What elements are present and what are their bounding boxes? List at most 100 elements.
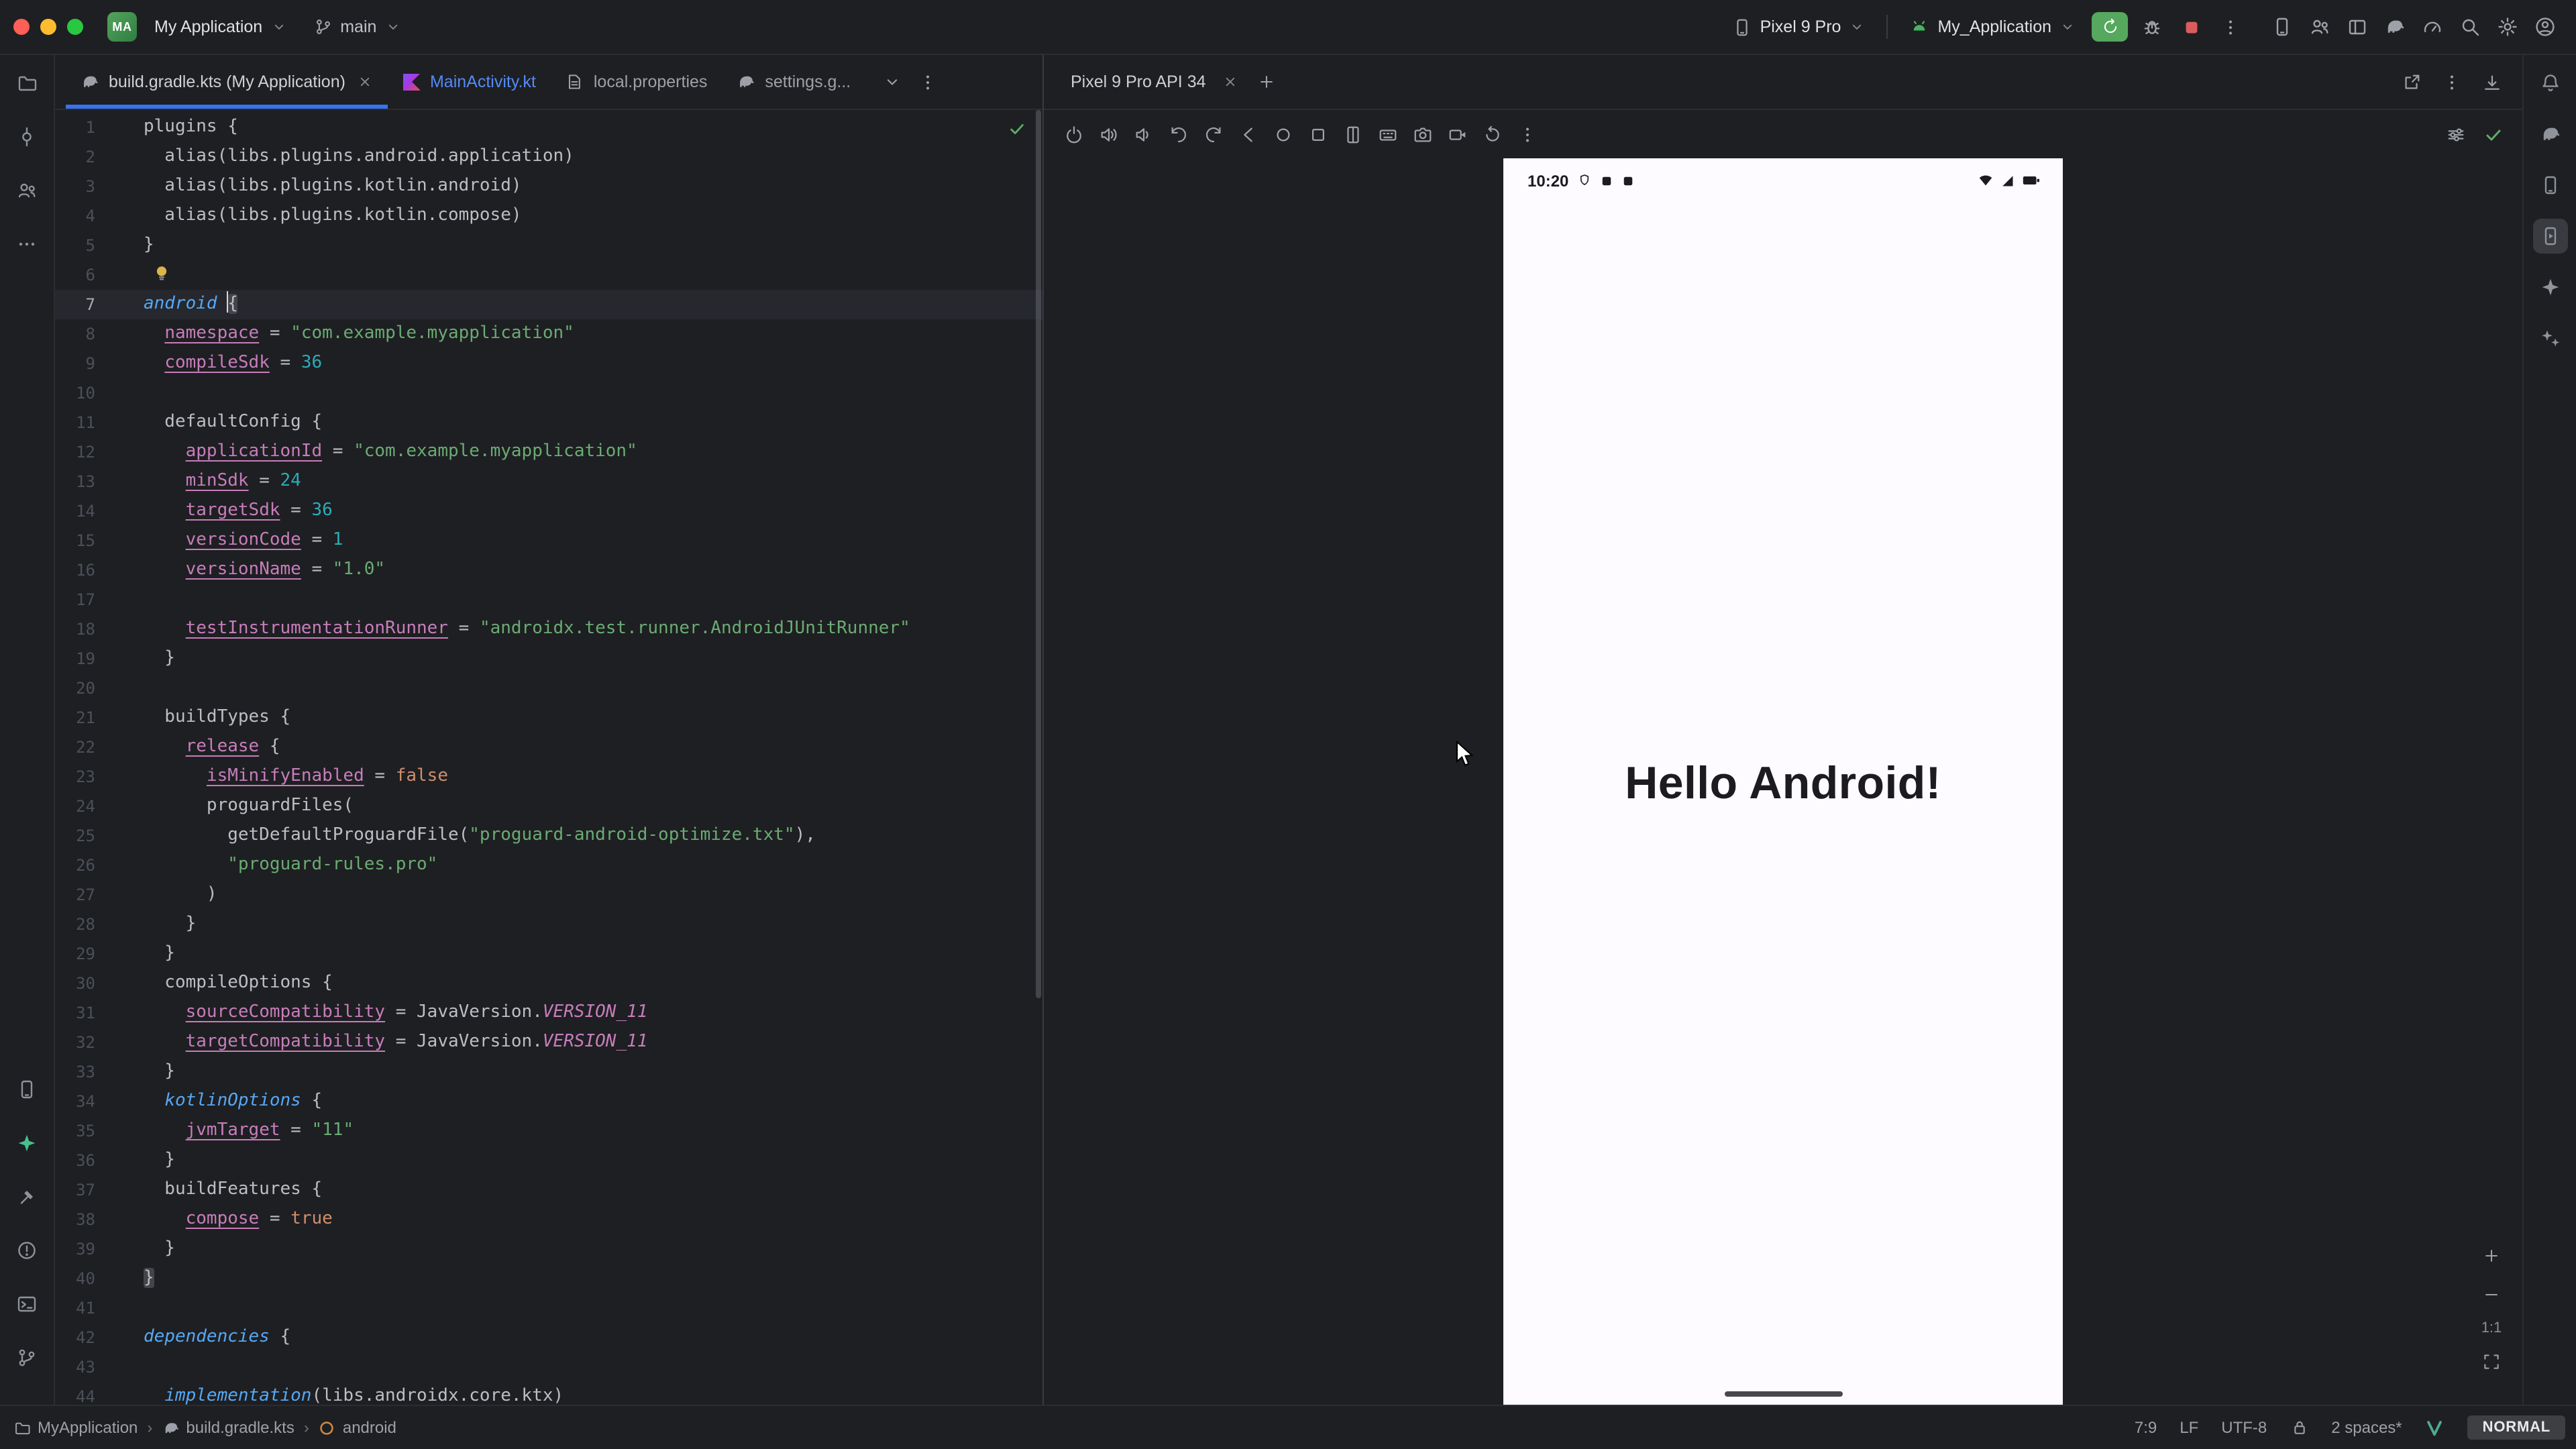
- screenshot-button[interactable]: [1406, 118, 1438, 150]
- code-line[interactable]: 6: [55, 260, 1042, 290]
- code-line[interactable]: 44 implementation(libs.androidx.core.ktx…: [55, 1382, 1042, 1405]
- editor-tab[interactable]: build.gradle.kts (My Application): [66, 55, 388, 109]
- code-line[interactable]: 34 kotlinOptions {: [55, 1087, 1042, 1116]
- rotate-right-button[interactable]: [1197, 118, 1229, 150]
- stop-button[interactable]: [2174, 9, 2208, 44]
- code-line[interactable]: 16 versionName = "1.0": [55, 555, 1042, 585]
- intention-bulb-icon[interactable]: [152, 263, 172, 283]
- code-line[interactable]: 10: [55, 378, 1042, 408]
- code-line[interactable]: 28 }: [55, 910, 1042, 939]
- code-line[interactable]: 40}: [55, 1264, 1042, 1293]
- overview-button[interactable]: [1301, 118, 1334, 150]
- emulator-screen[interactable]: 10:20 Hello Android!: [1503, 158, 2063, 1405]
- editor-tab[interactable]: settings.g...: [722, 55, 865, 109]
- zoom-in-button[interactable]: [2478, 1242, 2505, 1269]
- run-configuration-selector[interactable]: My_Application: [1900, 11, 2085, 42]
- project-selector[interactable]: My Application: [145, 12, 296, 42]
- code-editor[interactable]: 1plugins {2 alias(libs.plugins.android.a…: [55, 110, 1042, 1405]
- caret-position[interactable]: 7:9: [2135, 1418, 2157, 1437]
- code-line[interactable]: 2 alias(libs.plugins.android.application…: [55, 142, 1042, 172]
- editor-tab[interactable]: local.properties: [551, 55, 722, 109]
- more-device-actions-button[interactable]: [1511, 118, 1543, 150]
- code-line[interactable]: 31 sourceCompatibility = JavaVersion.VER…: [55, 998, 1042, 1028]
- branch-selector[interactable]: main: [304, 12, 410, 42]
- close-device-tab-icon[interactable]: [1222, 74, 1238, 90]
- gemini-icon[interactable]: [9, 1126, 44, 1161]
- code-line[interactable]: 29 }: [55, 939, 1042, 969]
- zoom-reset-button[interactable]: 1:1: [2481, 1320, 2502, 1336]
- breadcrumb-item[interactable]: android: [343, 1418, 396, 1437]
- open-in-new-window-icon[interactable]: [2394, 64, 2428, 99]
- restart-button[interactable]: [1476, 118, 1508, 150]
- more-run-options-button[interactable]: [2212, 9, 2247, 44]
- code-with-me-icon[interactable]: [2302, 9, 2337, 44]
- screen-record-button[interactable]: [1441, 118, 1473, 150]
- account-icon[interactable]: [2528, 9, 2563, 44]
- code-line[interactable]: 21 buildTypes {: [55, 703, 1042, 733]
- code-line[interactable]: 36 }: [55, 1146, 1042, 1175]
- code-line[interactable]: 32 targetCompatibility = JavaVersion.VER…: [55, 1028, 1042, 1057]
- breadcrumb-item[interactable]: build.gradle.kts: [186, 1418, 294, 1437]
- code-line[interactable]: 37 buildFeatures {: [55, 1175, 1042, 1205]
- build-icon[interactable]: [9, 1179, 44, 1214]
- editor-tab[interactable]: MainActivity.kt: [388, 55, 551, 109]
- device-explorer-icon[interactable]: [9, 1072, 44, 1107]
- tab-options-button[interactable]: [914, 64, 941, 99]
- zoom-out-button[interactable]: [2478, 1281, 2505, 1308]
- fold-button[interactable]: [1336, 118, 1368, 150]
- code-line[interactable]: 5}: [55, 231, 1042, 260]
- search-everywhere-icon[interactable]: [2453, 9, 2487, 44]
- line-separator[interactable]: LF: [2180, 1418, 2198, 1437]
- code-line[interactable]: 9 compileSdk = 36: [55, 349, 1042, 378]
- code-line[interactable]: 22 release {: [55, 733, 1042, 762]
- code-line[interactable]: 41: [55, 1293, 1042, 1323]
- debug-button[interactable]: [2135, 9, 2169, 44]
- code-line[interactable]: 17: [55, 585, 1042, 614]
- navigation-handle[interactable]: [1724, 1391, 1842, 1397]
- indent-setting[interactable]: 2 spaces*: [2331, 1418, 2402, 1437]
- commit-icon[interactable]: [9, 119, 44, 154]
- live-edit-status-icon[interactable]: [2477, 118, 2509, 150]
- code-line[interactable]: 13 minSdk = 24: [55, 467, 1042, 496]
- code-line[interactable]: 18 testInstrumentationRunner = "androidx…: [55, 614, 1042, 644]
- code-line[interactable]: 43: [55, 1352, 1042, 1382]
- file-encoding[interactable]: UTF-8: [2221, 1418, 2267, 1437]
- home-button[interactable]: [1267, 118, 1299, 150]
- tool-windows-icon[interactable]: [2340, 9, 2375, 44]
- code-line[interactable]: 30 compileOptions {: [55, 969, 1042, 998]
- power-button[interactable]: [1057, 118, 1089, 150]
- more-tool-windows-icon[interactable]: [9, 227, 44, 262]
- minimize-window-button[interactable]: [40, 19, 56, 35]
- code-line[interactable]: 15 versionCode = 1: [55, 526, 1042, 555]
- more-options-icon[interactable]: [2434, 64, 2469, 99]
- code-line[interactable]: 19 }: [55, 644, 1042, 674]
- device-manager-icon[interactable]: [2532, 168, 2567, 203]
- zoom-to-fit-button[interactable]: [2478, 1348, 2505, 1375]
- terminal-icon[interactable]: [9, 1287, 44, 1322]
- code-line[interactable]: 20: [55, 674, 1042, 703]
- gradle-icon[interactable]: [2532, 117, 2567, 152]
- inspections-ok-icon[interactable]: [1008, 119, 1026, 138]
- problems-icon[interactable]: [9, 1233, 44, 1268]
- code-line[interactable]: 3 alias(libs.plugins.kotlin.android): [55, 172, 1042, 201]
- settings-icon[interactable]: [2490, 9, 2525, 44]
- code-line[interactable]: 11 defaultConfig {: [55, 408, 1042, 437]
- breadcrumb-item[interactable]: MyApplication: [38, 1418, 138, 1437]
- vim-mode-badge[interactable]: NORMAL: [2468, 1415, 2565, 1440]
- code-line[interactable]: 42dependencies {: [55, 1323, 1042, 1352]
- code-line[interactable]: 12 applicationId = "com.example.myapplic…: [55, 437, 1042, 467]
- code-line[interactable]: 35 jvmTarget = "11": [55, 1116, 1042, 1146]
- code-line[interactable]: 24 proguardFiles(: [55, 792, 1042, 821]
- device-tab[interactable]: Pixel 9 Pro API 34: [1065, 72, 1244, 91]
- device-selector[interactable]: Pixel 9 Pro: [1723, 11, 1875, 42]
- device-ui-settings-icon[interactable]: [2439, 118, 2471, 150]
- back-button[interactable]: [1232, 118, 1264, 150]
- code-line[interactable]: 7android {: [55, 290, 1042, 319]
- close-window-button[interactable]: [13, 19, 30, 35]
- volume-up-button[interactable]: [1092, 118, 1124, 150]
- code-line[interactable]: 1plugins {: [55, 113, 1042, 142]
- volume-down-button[interactable]: [1127, 118, 1159, 150]
- project-icon[interactable]: [9, 66, 44, 101]
- code-line[interactable]: 26 "proguard-rules.pro": [55, 851, 1042, 880]
- code-line[interactable]: 33 }: [55, 1057, 1042, 1087]
